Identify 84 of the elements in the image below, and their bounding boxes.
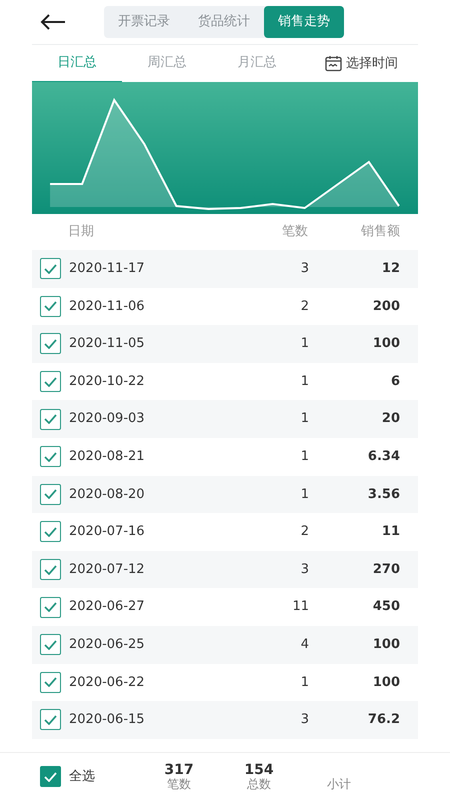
date-cell-text: 2020-11-06 <box>69 298 146 316</box>
date-cell-text: 2020-07-12 <box>69 560 146 579</box>
amount-cell-text: 6 <box>390 372 401 391</box>
count-cell-text: 1 <box>300 486 309 504</box>
checkbox[interactable] <box>40 672 61 693</box>
date-cell-text: 2020-07-16 <box>69 523 146 542</box>
check-icon <box>44 376 57 387</box>
count-cell-text: 1 <box>300 335 309 354</box>
segment-tab[interactable]: 开票记录 <box>104 6 184 38</box>
date-picker-button[interactable]: 选择时间 <box>325 45 418 82</box>
date-cell-text: 2020-10-22 <box>69 372 146 391</box>
count-cell-text: 4 <box>300 636 309 654</box>
amount-cell-text: 76.2 <box>366 711 401 730</box>
select-all-label[interactable]: 全选 <box>69 766 139 786</box>
count-cell-text: 3 <box>300 260 309 278</box>
checkbox[interactable] <box>40 559 61 580</box>
date-cell-text: 2020-06-22 <box>69 674 146 692</box>
segment-tab[interactable]: 货品统计 <box>184 6 264 38</box>
amount-cell-text: 100 <box>372 335 401 354</box>
count-cell-text: 1 <box>300 410 309 428</box>
date-cell-text: 2020-06-27 <box>69 598 146 616</box>
count-cell-text: 1 <box>300 372 309 391</box>
check-icon <box>44 301 57 312</box>
count-cell-text: 2 <box>300 523 309 542</box>
checkbox[interactable] <box>40 446 61 468</box>
checkbox[interactable] <box>40 258 61 280</box>
segment-tab[interactable]: 销售走势 <box>264 6 344 38</box>
checkbox[interactable] <box>40 408 61 430</box>
checkbox[interactable] <box>40 371 61 392</box>
check-icon <box>44 452 57 462</box>
date-cell-text: 2020-11-05 <box>69 335 146 354</box>
amount-cell-text: 200 <box>372 298 401 316</box>
calendar-icon <box>325 55 342 72</box>
check-icon <box>44 677 57 688</box>
stat-label: 总数 <box>246 778 272 792</box>
amount-cell-text: 270 <box>372 560 401 579</box>
stat-value: 317 <box>163 762 195 778</box>
checkbox[interactable] <box>40 296 61 317</box>
stat-value: 154 <box>243 762 275 778</box>
check-icon <box>44 338 57 349</box>
date-cell-text: 2020-08-20 <box>69 486 146 504</box>
back-icon[interactable] <box>40 14 66 30</box>
date-cell-text: 2020-09-03 <box>69 410 146 428</box>
check-icon <box>44 714 57 725</box>
check-icon <box>44 640 57 650</box>
date-cell-text: 2020-11-17 <box>69 260 146 278</box>
amount-cell-text: 12 <box>380 260 401 278</box>
amount-cell-text: 11 <box>380 523 401 542</box>
checkbox[interactable] <box>40 521 61 542</box>
amount-cell-text: 450 <box>372 598 401 616</box>
check-icon <box>44 526 57 537</box>
checkbox[interactable] <box>40 709 61 730</box>
check-icon <box>44 772 57 782</box>
stat-label: 小计 <box>326 778 352 792</box>
check-icon <box>44 602 57 612</box>
stat-label: 笔数 <box>166 778 192 792</box>
date-cell-text: 2020-08-21 <box>69 448 146 466</box>
amount-cell-text: 6.34 <box>366 448 401 466</box>
amount-cell-text: 100 <box>372 674 401 692</box>
tab[interactable]: 周汇总 <box>122 45 212 83</box>
checkbox[interactable] <box>40 634 61 656</box>
count-cell-text: 1 <box>300 448 309 466</box>
check-icon <box>44 489 57 500</box>
amount-cell-text: 3.56 <box>366 486 401 504</box>
amount-cell-text: 100 <box>372 636 401 654</box>
column-header: 销售额 <box>360 223 401 242</box>
count-cell-text: 2 <box>300 298 309 316</box>
count-cell-text: 11 <box>291 598 309 616</box>
count-cell-text: 3 <box>300 711 309 730</box>
date-cell-text: 2020-06-15 <box>69 711 146 730</box>
checkbox[interactable] <box>40 333 61 354</box>
checkbox[interactable] <box>40 596 61 618</box>
select-all-checkbox[interactable] <box>40 766 61 787</box>
column-header: 笔数 <box>281 223 308 242</box>
check-icon <box>44 414 57 424</box>
amount-cell-text: 20 <box>380 410 401 428</box>
count-cell-text: 3 <box>300 560 309 579</box>
date-cell-text: 2020-06-25 <box>69 636 146 654</box>
checkbox[interactable] <box>40 484 61 505</box>
check-icon <box>44 564 57 575</box>
count-cell-text: 1 <box>300 674 309 692</box>
column-header: 日期 <box>68 223 95 242</box>
check-icon <box>44 264 57 274</box>
tab[interactable]: 月汇总 <box>212 45 302 83</box>
